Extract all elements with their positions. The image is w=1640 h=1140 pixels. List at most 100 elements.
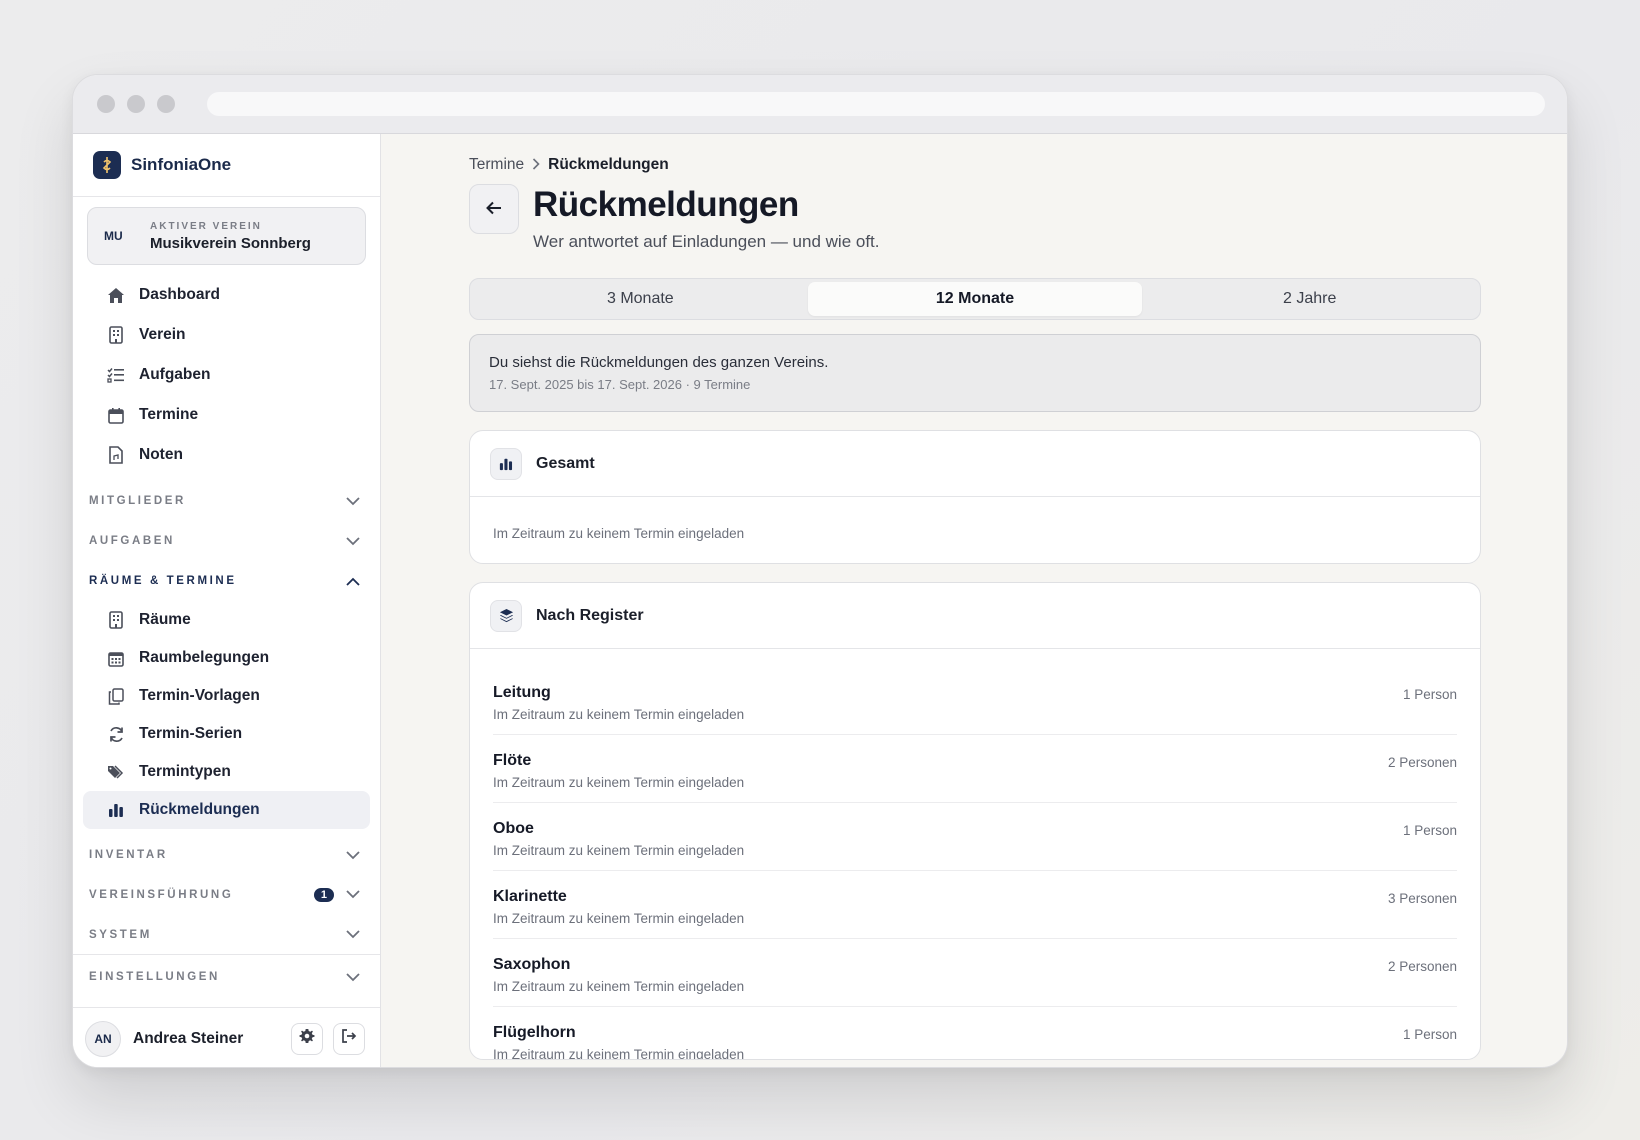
section-title: INVENTAR [89,849,168,861]
window-close-dot[interactable] [97,95,115,113]
section-vereinsfuehrung[interactable]: VEREINSFÜHRUNG 1 [73,875,380,915]
list-item[interactable]: Saxophon Im Zeitraum zu keinem Termin ein… [493,939,1457,1007]
home-icon [105,284,127,306]
section-controls: 1 [313,888,360,902]
sidebar: SinfoniaOne MU AKTIVER VEREIN Musikverei… [73,134,381,1067]
register-status: Im Zeitraum zu keinem Termin eingeladen [493,775,745,790]
tags-icon [105,761,127,783]
register-list: Leitung Im Zeitraum zu keinem Termin eing… [470,649,1480,1059]
notice-period: 17. Sept. 2025 bis 17. Sept. 2026 · 9 Te… [489,377,751,392]
page-title: Rückmeldungen [533,185,799,224]
tab-2-jahre[interactable]: 2 Jahre [1142,282,1477,316]
list-item[interactable]: Oboe Im Zeitraum zu keinem Termin eingela… [493,803,1457,871]
card-header: Gesamt [470,431,1480,497]
breadcrumb: Termine Rückmeldungen [469,156,1481,174]
checklist-icon [105,364,127,386]
copy-icon [105,685,127,707]
register-status: Im Zeitraum zu keinem Termin eingeladen [493,1047,745,1060]
section-title: VEREINSFÜHRUNG [89,889,234,901]
section-title: MITGLIEDER [89,495,186,507]
logout-button[interactable] [333,1022,365,1055]
section-raeume-termine[interactable]: RÄUME & TERMINE [73,561,380,601]
register-status: Im Zeitraum zu keinem Termin eingeladen [493,843,745,858]
nav-item-raeume[interactable]: Räume [83,601,370,639]
notification-badge: 1 [313,888,334,902]
nav-item-termine[interactable]: Termine [83,395,370,435]
register-status: Im Zeitraum zu keinem Termin eingeladen [493,979,745,994]
nav-label: Dashboard [139,286,220,303]
nav-item-noten[interactable]: Noten [83,435,370,475]
settings-button[interactable] [291,1022,323,1055]
register-name: Leitung [493,684,551,701]
section-aufgaben[interactable]: AUFGABEN [73,521,380,561]
section-mitglieder[interactable]: MITGLIEDER [73,481,380,521]
address-bar[interactable] [207,92,1545,116]
card-nach-register: Nach Register Leitung Im Zeitraum zu kein… [469,582,1481,1060]
violin-logo-icon [93,151,121,179]
bar-chart-icon [105,799,127,821]
nav-item-verein[interactable]: Verein [83,315,370,355]
nav-item-termin-vorlagen[interactable]: Termin-Vorlagen [83,677,370,715]
section-title: RÄUME & TERMINE [89,575,237,587]
nav-item-rueckmeldungen[interactable]: Rückmeldungen [83,791,370,829]
club-badge: MU [104,229,123,243]
chevron-down-icon [346,536,360,546]
nav-label: Aufgaben [139,366,211,383]
page-subtitle: Wer antwortet auf Einladungen — und wie … [533,232,880,251]
nav-item-raumbelegungen[interactable]: Raumbelegungen [83,639,370,677]
app-window: SinfoniaOne MU AKTIVER VEREIN Musikverei… [72,74,1568,1068]
layers-icon [490,599,522,632]
chevron-down-icon [346,972,360,982]
scope-notice: Du siehst die Rückmeldungen des ganzen V… [469,334,1481,412]
user-footer: AN Andrea Steiner [73,1007,380,1067]
nav-label: Raumbelegungen [139,649,270,666]
chevron-right-icon [532,157,540,173]
avatar[interactable]: AN [85,1020,121,1057]
section-title: AUFGABEN [89,535,175,547]
club-name: Musikverein Sonnberg [150,234,311,252]
chevron-down-icon [346,496,360,506]
register-name: Klarinette [493,888,567,905]
back-button[interactable] [469,184,519,234]
card-gesamt: Gesamt Im Zeitraum zu keinem Termin eing… [469,430,1481,564]
tab-12-monate[interactable]: 12 Monate [807,282,1143,316]
range-selector: 3 Monate 12 Monate 2 Jahre [469,278,1481,320]
nav-item-termintypen[interactable]: Termintypen [83,753,370,791]
nav-label: Noten [139,446,183,463]
section-title: SYSTEM [89,928,152,941]
register-status: Im Zeitraum zu keinem Termin eingeladen [493,911,745,926]
list-item[interactable]: Klarinette Im Zeitraum zu keinem Termin e… [493,871,1457,939]
brand-name: SinfoniaOne [131,155,232,174]
breadcrumb-link-termine[interactable]: Termine [469,156,524,174]
calendar-icon [105,404,127,426]
building-icon [105,609,127,631]
window-minimize-dot[interactable] [127,95,145,113]
list-item[interactable]: Leitung Im Zeitraum zu keinem Termin eing… [493,667,1457,735]
breadcrumb-current: Rückmeldungen [548,156,669,173]
club-label: AKTIVER VEREIN [150,220,262,232]
section-inventar[interactable]: INVENTAR [73,835,380,875]
calendar-grid-icon [105,647,127,669]
section-einstellungen[interactable]: EINSTELLUNGEN [73,955,380,999]
brand[interactable]: SinfoniaOne [73,134,380,197]
main-content: Termine Rückmeldungen Rückmeldungen Wer … [381,134,1567,1067]
nav-item-dashboard[interactable]: Dashboard [83,275,370,315]
section-system[interactable]: SYSTEM [73,915,380,955]
page-header: Rückmeldungen Wer antwortet auf Einladun… [469,184,1481,252]
tab-3-monate[interactable]: 3 Monate [473,282,808,316]
nav-item-aufgaben[interactable]: Aufgaben [83,355,370,395]
nav-label: Termin-Serien [139,725,243,742]
window-zoom-dot[interactable] [157,95,175,113]
nav-label: Termin-Vorlagen [139,687,260,704]
list-item[interactable]: Flügelhorn Im Zeitraum zu keinem Termin e… [493,1007,1457,1060]
register-count: 2 Personen [1387,755,1457,770]
nav-label: Termintypen [139,763,231,780]
refresh-icon [105,723,127,745]
nav-label: Termine [139,406,199,423]
active-club-switcher[interactable]: MU AKTIVER VEREIN Musikverein Sonnberg [87,207,366,265]
register-name: Oboe [493,820,534,837]
chevron-up-icon [346,577,360,586]
list-item[interactable]: Flöte Im Zeitraum zu keinem Termin eingel… [493,735,1457,803]
building-icon [105,324,127,346]
nav-item-termin-serien[interactable]: Termin-Serien [83,715,370,753]
